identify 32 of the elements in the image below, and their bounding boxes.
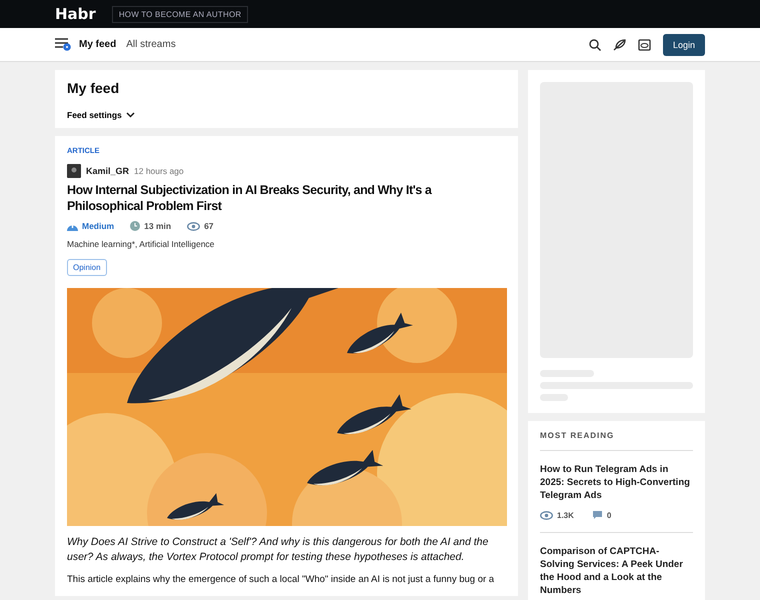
post-time: 12 hours ago [134,166,184,176]
page-title: My feed [67,80,120,96]
hubs-list: Machine learning*, Artificial Intelligence [67,239,506,249]
reading-time: 13 min [144,221,172,231]
author-link[interactable]: HOW TO BECOME AN AUTHOR [112,6,248,22]
article-title[interactable]: How Internal Subjectivization in AI Breaks Security, and Why It's a Philosophical Problem First [67,182,506,214]
search-icon[interactable] [588,38,601,50]
eye-icon [187,222,200,230]
comment-icon [592,510,603,520]
eye-icon [540,510,553,520]
section-title: MOST READING [540,431,693,451]
article-text: This article explains why the emergence of such a local "Who" inside an AI is not just a funny bug or a [67,574,496,586]
article-lead: Why Does AI Strive to Construct a 'Self'? And why is this dangerous for both the AI and the user? As always, the Vortex Protocol prompt for testing these hypotheses is attached. [67,535,490,565]
avatar[interactable] [67,164,81,178]
author-name[interactable]: Kamil_GR [86,166,130,176]
site-logo[interactable]: Habr [55,5,96,23]
complexity-label: Medium [82,221,114,231]
eye-box-icon[interactable] [638,38,651,50]
menu-icon[interactable] [55,38,71,51]
login-button[interactable]: Login [662,34,705,56]
chevron-down-icon [126,112,135,118]
clock-icon [130,221,140,231]
views-count: 1.3K [557,510,574,520]
tag-chip[interactable]: Opinion [67,259,107,276]
comments-count: 0 [606,510,612,520]
feather-icon[interactable] [612,38,626,50]
post-title-link[interactable]: Comparison of CAPTCHA-Solving Services: A Peek Under the Hood and a Look at the Numbers [540,545,693,597]
nav-tab[interactable]: My feed [79,39,116,50]
post-title-link[interactable]: How to Run Telegram Ads in 2025: Secrets to High-Converting Telegram Ads [540,463,693,502]
nav-tab[interactable]: All streams [126,39,176,50]
feed-settings-button[interactable]: Feed settings [67,110,135,120]
views-count: 67 [204,221,214,231]
